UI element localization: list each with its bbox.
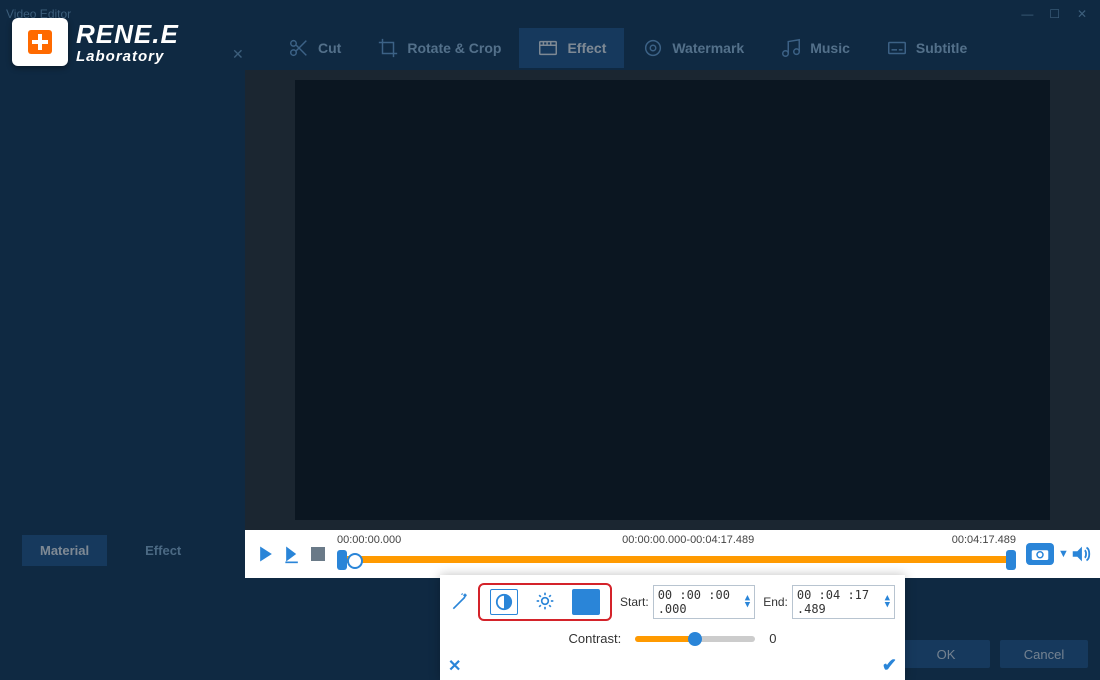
playhead[interactable] (347, 553, 363, 569)
timeline-range-label: 00:00:00.000-00:04:17.489 (622, 534, 754, 546)
timeline-start-label: 00:00:00.000 (337, 534, 401, 546)
magic-wand-icon[interactable] (450, 592, 470, 612)
end-time-value: 00 :04 :17 .489 (797, 588, 881, 616)
tab-music-label: Music (810, 40, 850, 56)
timeline-track[interactable] (343, 556, 1010, 563)
minimize-icon[interactable]: — (1015, 7, 1039, 21)
contrast-slider[interactable] (635, 636, 755, 642)
sidebar-tab-effect[interactable]: Effect (127, 535, 199, 566)
end-time-label: End: (763, 595, 788, 609)
tab-rotate-crop[interactable]: Rotate & Crop (359, 28, 519, 68)
snapshot-button[interactable] (1026, 543, 1054, 565)
window-controls: — ☐ ✕ (1015, 7, 1094, 21)
effect-mode-group (478, 583, 612, 621)
start-time-spinner[interactable]: ▲▼ (745, 595, 750, 609)
end-time-input[interactable]: 00 :04 :17 .489 ▲▼ (792, 585, 895, 619)
contrast-value: 0 (769, 631, 776, 646)
effect-settings-panel: Start: 00 :00 :00 .000 ▲▼ End: 00 :04 :1… (440, 575, 905, 680)
crop-icon (377, 37, 399, 59)
mode-circle-half[interactable] (490, 589, 518, 615)
watermark-icon (642, 37, 664, 59)
close-icon[interactable]: ✕ (1070, 7, 1094, 21)
brand-sub: Laboratory (76, 49, 179, 64)
tab-effect[interactable]: Effect (519, 28, 624, 68)
mode-brightness[interactable] (532, 589, 558, 613)
contrast-label: Contrast: (569, 631, 622, 646)
tab-watermark[interactable]: Watermark (624, 28, 762, 68)
maximize-icon[interactable]: ☐ (1043, 7, 1067, 21)
timeline-end-label: 00:04:17.489 (952, 534, 1016, 546)
tab-subtitle-label: Subtitle (916, 40, 967, 56)
trim-handle-start[interactable] (337, 550, 347, 570)
contrast-slider-fill (635, 636, 695, 642)
start-time-field: Start: 00 :00 :00 .000 ▲▼ (620, 585, 755, 619)
video-preview[interactable] (295, 80, 1050, 520)
transport-bar: 00:00:00.000 00:00:00.000-00:04:17.489 0… (245, 530, 1100, 578)
panel-confirm-icon[interactable]: ✔ (882, 655, 897, 676)
contrast-slider-knob[interactable] (688, 632, 702, 646)
sidebar: Material Effect (0, 70, 245, 680)
start-time-input[interactable]: 00 :00 :00 .000 ▲▼ (653, 585, 756, 619)
subtitle-icon (886, 37, 908, 59)
stop-button[interactable] (311, 547, 325, 561)
scissors-icon (288, 37, 310, 59)
start-time-label: Start: (620, 595, 649, 609)
brand-logo: RENE.E Laboratory (12, 18, 179, 66)
timeline[interactable]: 00:00:00.000 00:00:00.000-00:04:17.489 0… (337, 538, 1016, 570)
end-time-spinner[interactable]: ▲▼ (885, 595, 890, 609)
brand-name: RENE.E (76, 21, 179, 47)
play-button[interactable] (255, 543, 277, 565)
tab-subtitle[interactable]: Subtitle (868, 28, 985, 68)
mode-square[interactable] (572, 589, 600, 615)
panel-cancel-icon[interactable]: ✕ (448, 656, 461, 676)
tab-music[interactable]: Music (762, 28, 868, 68)
sidebar-tab-material[interactable]: Material (22, 535, 107, 566)
volume-button[interactable] (1070, 543, 1092, 565)
trim-handle-end[interactable] (1006, 550, 1016, 570)
play-range-button[interactable] (281, 543, 303, 565)
music-icon (780, 37, 802, 59)
tab-rotate-label: Rotate & Crop (407, 40, 501, 56)
end-time-field: End: 00 :04 :17 .489 ▲▼ (763, 585, 895, 619)
tab-cut[interactable]: Cut (270, 28, 359, 68)
ok-button[interactable]: OK (902, 640, 990, 668)
tab-cut-label: Cut (318, 40, 341, 56)
footer-buttons: OK Cancel (902, 640, 1088, 668)
film-icon (537, 37, 559, 59)
tab-watermark-label: Watermark (672, 40, 744, 56)
logo-icon (12, 18, 68, 66)
app-window: Video Editor — ☐ ✕ Cut Rotate & Crop Eff… (0, 0, 1100, 680)
tab-effect-label: Effect (567, 40, 606, 56)
close-tab-icon[interactable]: ✕ (232, 46, 244, 63)
start-time-value: 00 :00 :00 .000 (658, 588, 741, 616)
snapshot-menu-caret[interactable]: ▼ (1058, 548, 1068, 560)
cancel-button[interactable]: Cancel (1000, 640, 1088, 668)
preview-container (245, 70, 1100, 530)
